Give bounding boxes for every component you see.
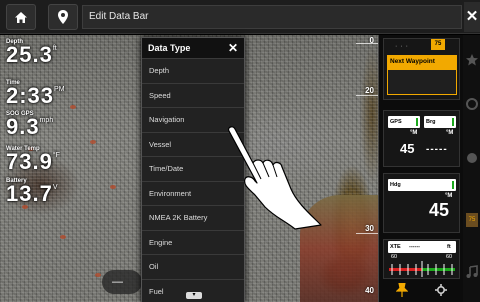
- right-data-panel: ··· 75 Next Waypoint GPS Brg °M °M 45 --…: [378, 35, 463, 302]
- waypoint-button[interactable]: [48, 4, 78, 30]
- hdg-signal-bar: [452, 181, 454, 189]
- databar-value: 73.9: [6, 149, 53, 174]
- brg-unit: °M: [446, 130, 454, 136]
- fish-arch: [60, 235, 66, 239]
- brg-label: Brg: [426, 119, 436, 125]
- menu-item-engine[interactable]: Engine: [142, 229, 244, 254]
- waypoint-pin-icon: [58, 10, 68, 24]
- page-title: Edit Data Bar: [82, 5, 462, 29]
- music-icon[interactable]: [465, 265, 479, 279]
- xte-label: XTE: [390, 244, 401, 250]
- data-type-title: Data Type: [148, 43, 191, 53]
- databar-unit: PM: [54, 86, 65, 93]
- xte-scale-right: 60: [446, 254, 453, 260]
- data-type-close-button[interactable]: ✕: [228, 38, 238, 58]
- gear-icon[interactable]: [435, 284, 447, 296]
- pointing-hand-icon: [228, 126, 322, 230]
- depth-scale-tick: [356, 43, 378, 44]
- databar-unit: °F: [52, 152, 60, 159]
- databar-value: 9.3: [6, 114, 40, 139]
- star-icon[interactable]: [465, 53, 479, 67]
- brg-label-box: Brg: [424, 116, 456, 128]
- gps-label-box: GPS: [388, 116, 420, 128]
- fish-arch: [110, 185, 116, 189]
- data-type-header: Data Type ✕: [142, 38, 244, 58]
- waypoint-number: 75: [431, 39, 445, 50]
- gps-value: 45: [400, 141, 415, 156]
- menu-item-speed[interactable]: Speed: [142, 82, 244, 107]
- depth-scale-label: 40: [365, 286, 374, 295]
- top-bar: Edit Data Bar ✕: [0, 0, 480, 34]
- depth-scale-label: 30: [365, 224, 374, 233]
- databar-value: 2:33: [6, 83, 55, 108]
- gps-label: GPS: [390, 119, 402, 125]
- home-icon: [15, 11, 27, 23]
- waypoint-badge-side[interactable]: 75: [466, 213, 478, 227]
- hdg-label: Hdg: [390, 182, 401, 188]
- scroll-down-icon[interactable]: ▾: [186, 292, 202, 299]
- databar-unit: ft: [52, 45, 57, 52]
- xte-gauge: [389, 261, 455, 277]
- xte-label-box: XTE: [388, 241, 456, 253]
- next-waypoint-body: [387, 69, 457, 95]
- next-waypoint-header: Next Waypoint: [387, 55, 457, 69]
- gps-unit: °M: [410, 130, 418, 136]
- hdg-value: 45: [429, 200, 450, 220]
- pushpin-icon[interactable]: [396, 283, 408, 297]
- menu-item-depth[interactable]: Depth: [142, 58, 244, 83]
- gps-signal-bar: [416, 118, 418, 126]
- fish-arch: [70, 105, 76, 109]
- xte-scale-left: 60: [391, 254, 398, 260]
- hdg-label-box: Hdg: [388, 179, 456, 191]
- zoom-out-button[interactable]: —: [102, 270, 142, 294]
- menu-item-oil[interactable]: Oil: [142, 254, 244, 279]
- depth-scale-label: 20: [365, 86, 374, 95]
- xte-unit: ft: [447, 244, 451, 250]
- databar-battery[interactable]: Battery 13.7V: [6, 178, 58, 206]
- hdg-unit: °M: [445, 193, 453, 199]
- databar-unit: V: [52, 184, 58, 191]
- radar-icon[interactable]: [465, 151, 479, 165]
- depth-scale-tick: [356, 233, 378, 234]
- databar-time[interactable]: Time 2:33PM: [6, 80, 65, 108]
- databar-value: 13.7: [6, 181, 53, 206]
- databar-water-temp[interactable]: Water Temp 73.9°F: [6, 146, 60, 174]
- brg-value: -----: [426, 144, 448, 155]
- databar-depth[interactable]: Depth 25.3ft: [6, 39, 57, 67]
- close-button[interactable]: ✕: [464, 2, 480, 32]
- side-toolbar: 75: [463, 35, 480, 302]
- databar-value: 25.3: [6, 42, 53, 67]
- fish-arch: [95, 273, 101, 277]
- xte-value: ------: [409, 244, 420, 250]
- waypoint-dots: ···: [395, 43, 411, 50]
- depth-scale-tick: [356, 95, 378, 96]
- brg-signal-bar: [452, 118, 454, 126]
- databar-unit: mph: [39, 117, 54, 124]
- settings-wheel-icon[interactable]: [465, 97, 479, 111]
- fish-arch: [90, 140, 96, 144]
- databar-speed[interactable]: SOG GPS 9.3mph: [6, 111, 53, 139]
- home-button[interactable]: [6, 4, 36, 30]
